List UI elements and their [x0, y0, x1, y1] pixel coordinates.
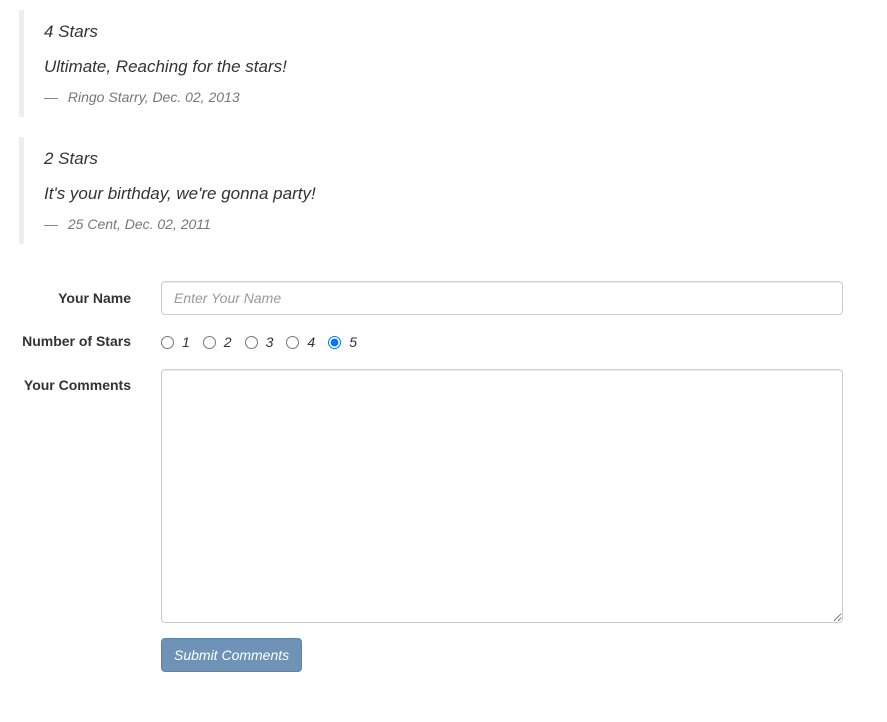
submit-comments-button[interactable]: Submit Comments: [161, 638, 303, 672]
review-body: Ultimate, Reaching for the stars!: [44, 57, 287, 76]
review-dash: —: [44, 89, 58, 105]
star-radio-4[interactable]: [286, 335, 300, 349]
name-label: Your Name: [58, 290, 131, 306]
star-option-label: 3: [265, 334, 274, 350]
star-option-1[interactable]: 1: [161, 334, 190, 350]
review-footer: — Ringo Starry, Dec. 02, 2013: [44, 87, 849, 107]
submit-row: Submit Comments: [0, 638, 887, 672]
star-radio-2[interactable]: [202, 335, 216, 349]
review-author: Ringo Starry, Dec. 02, 2013: [67, 89, 240, 105]
name-row: Your Name: [0, 281, 887, 315]
star-radio-5[interactable]: [328, 335, 342, 349]
star-option-5[interactable]: 5: [328, 334, 357, 350]
star-option-4[interactable]: 4: [286, 334, 315, 350]
stars-row: Number of Stars 1 2 3 4 5: [0, 325, 887, 359]
star-option-3[interactable]: 3: [244, 334, 274, 350]
review-form: Your Name Number of Stars 1 2 3 4: [0, 281, 887, 682]
comments-label: Your Comments: [23, 377, 131, 393]
comments-row: Your Comments: [0, 369, 887, 623]
star-option-label: 1: [182, 334, 190, 350]
review-dash: —: [44, 216, 58, 232]
review-footer: — 25 Cent, Dec. 02, 2011: [44, 214, 849, 234]
review-item: 4 Stars Ultimate, Reaching for the stars…: [19, 10, 849, 117]
star-option-label: 4: [307, 334, 316, 350]
star-rating-radio-group: 1 2 3 4 5: [161, 325, 370, 359]
stars-label: Number of Stars: [22, 333, 131, 349]
star-option-label: 5: [349, 334, 357, 350]
star-radio-1[interactable]: [161, 335, 174, 349]
review-body: It's your birthday, we're gonna party!: [44, 184, 316, 203]
review-star-rating: 2 Stars: [44, 149, 98, 168]
review-star-rating: 4 Stars: [44, 22, 98, 41]
star-radio-3[interactable]: [244, 335, 258, 349]
review-author: 25 Cent, Dec. 02, 2011: [67, 216, 211, 232]
review-item: 2 Stars It's your birthday, we're gonna …: [19, 137, 849, 244]
comments-textarea[interactable]: [161, 369, 843, 623]
star-option-2[interactable]: 2: [202, 334, 232, 350]
reviews-list: 4 Stars Ultimate, Reaching for the stars…: [19, 10, 849, 264]
star-option-label: 2: [223, 334, 232, 350]
name-input[interactable]: [161, 281, 843, 315]
